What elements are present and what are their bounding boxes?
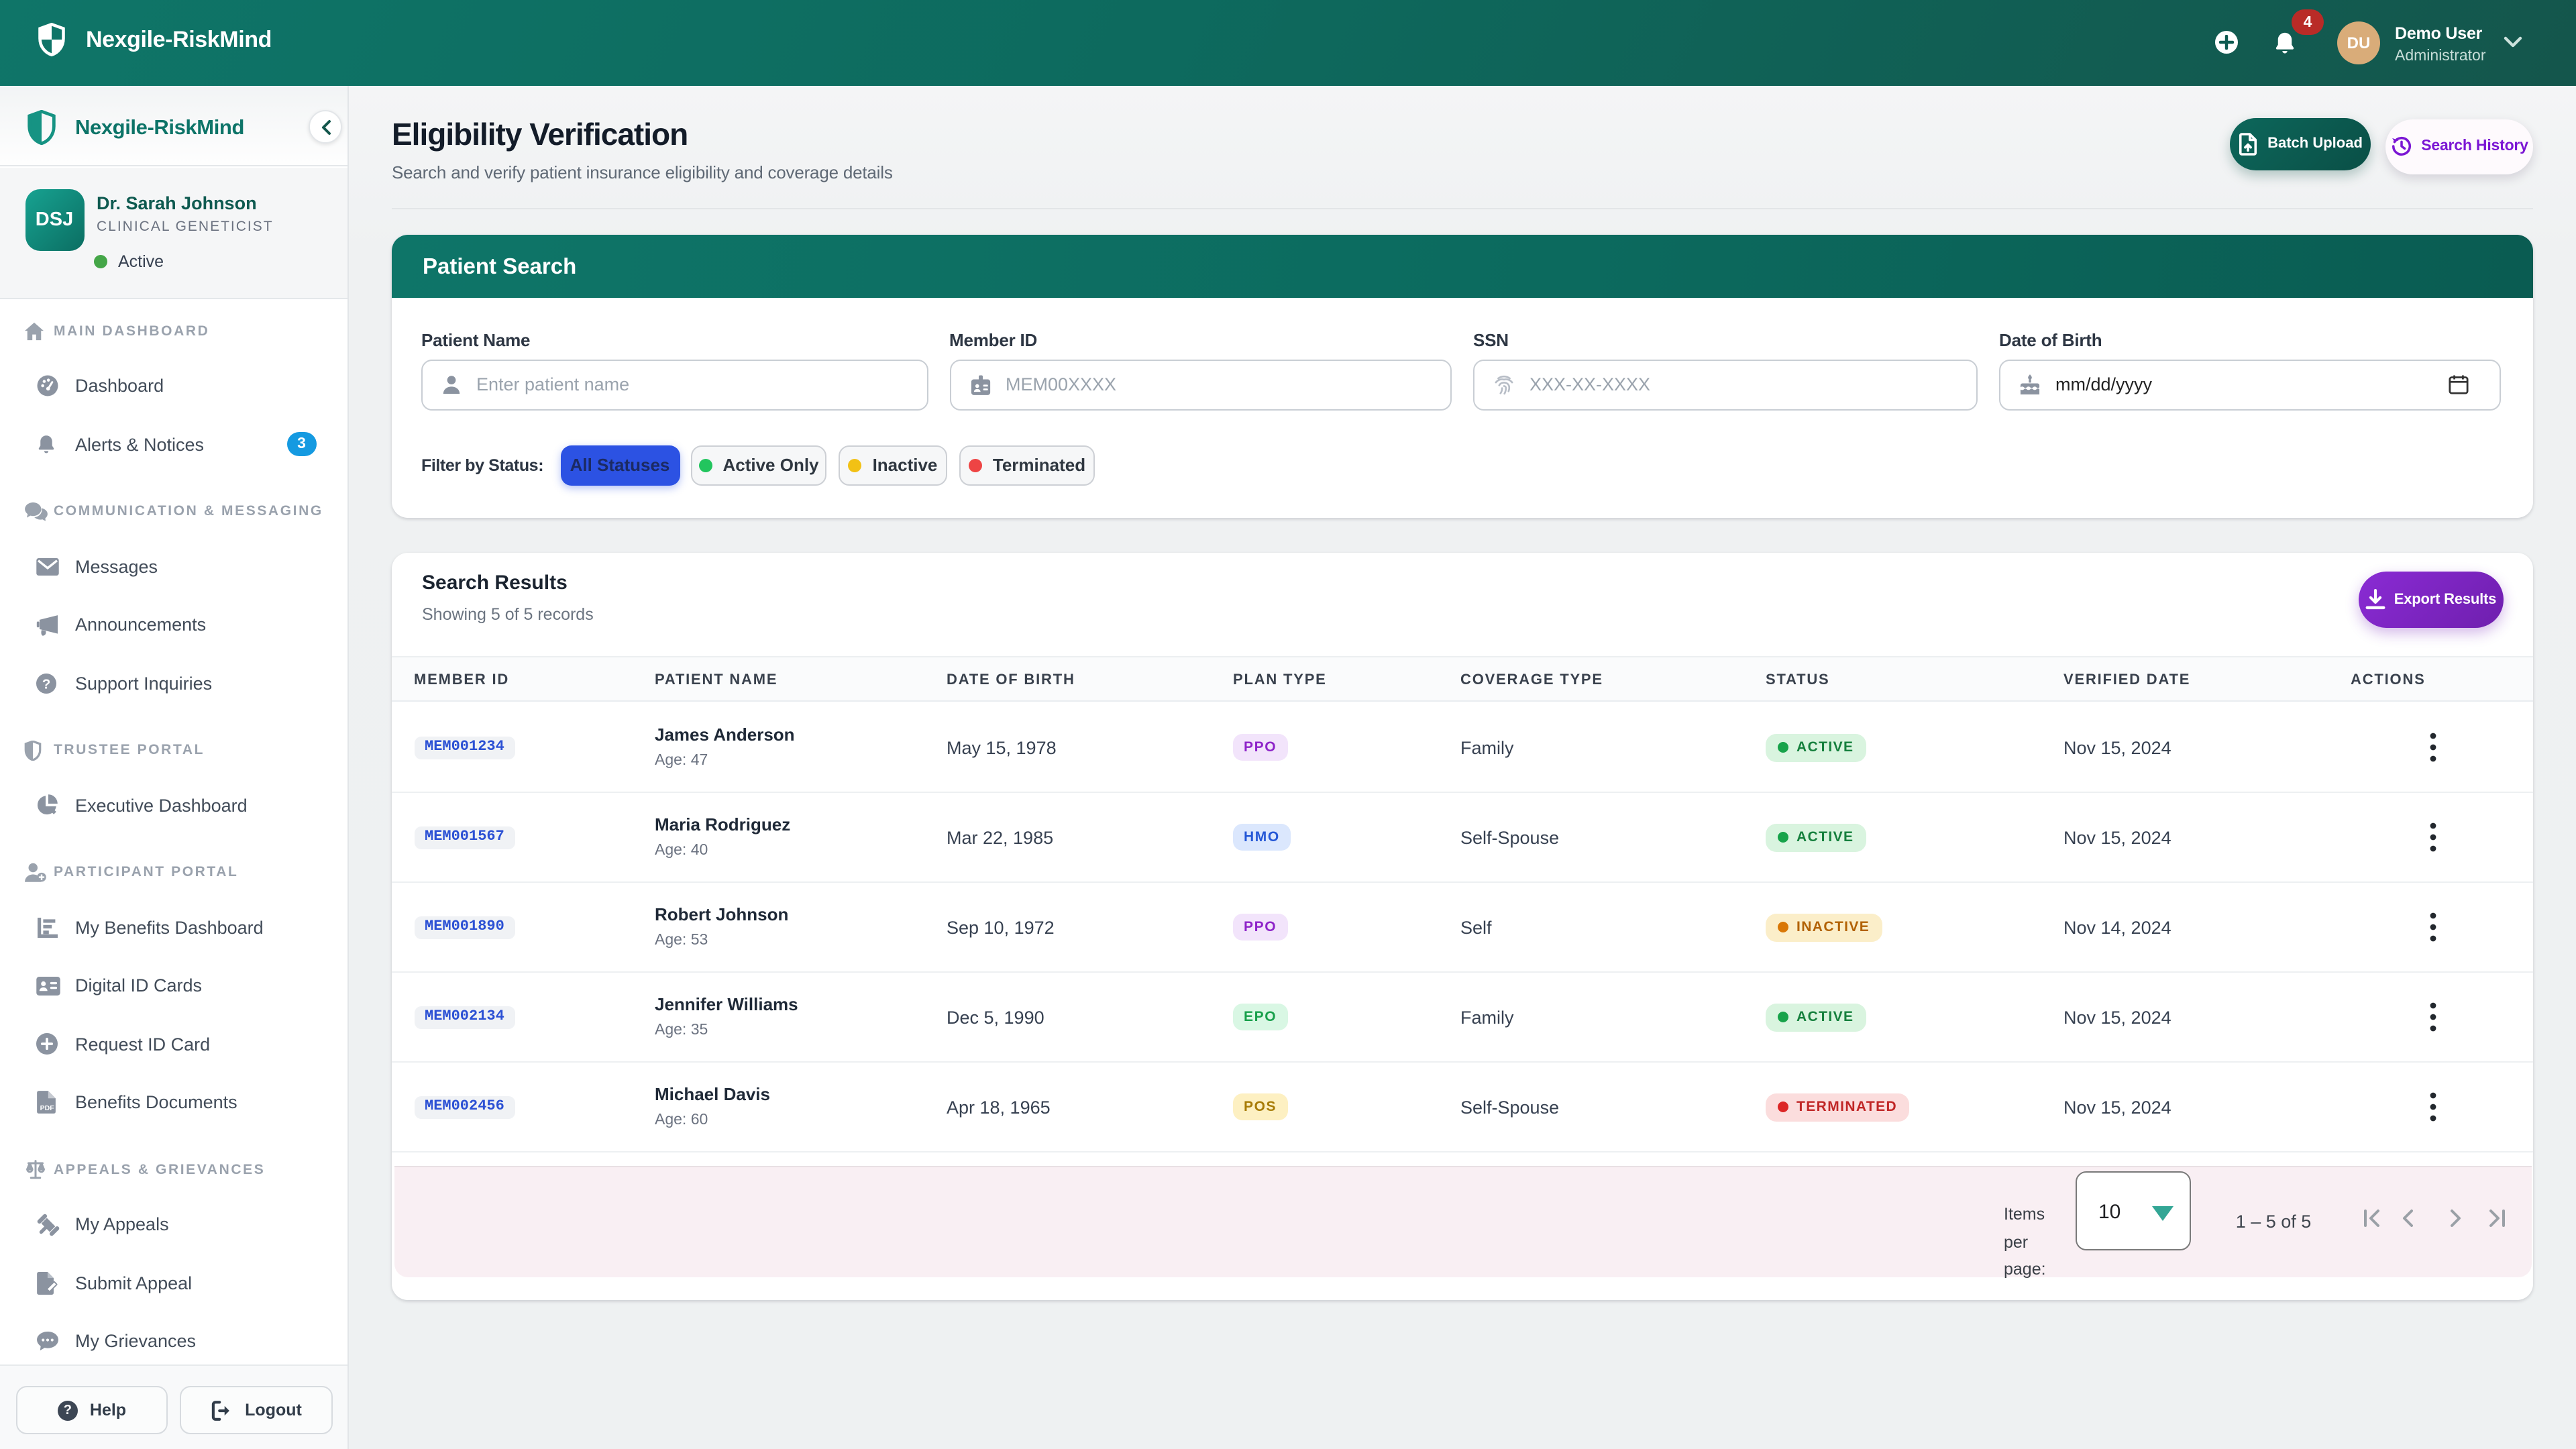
svg-text:PDF: PDF <box>40 1104 55 1112</box>
svg-text:?: ? <box>42 676 51 692</box>
